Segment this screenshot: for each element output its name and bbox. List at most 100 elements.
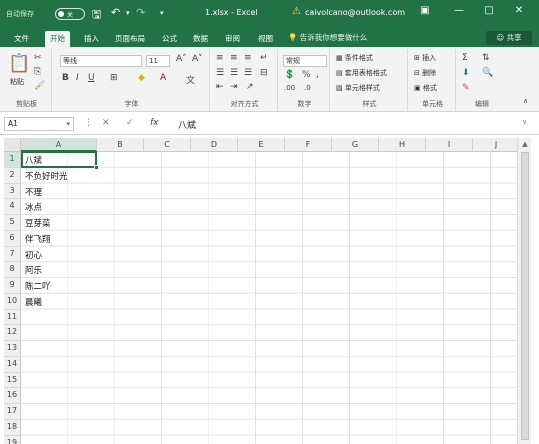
column-header-c[interactable]: C (144, 138, 191, 152)
wrap-text-icon[interactable]: ↵ (260, 53, 268, 63)
row-header-14[interactable]: 14 (4, 356, 21, 373)
cut-icon[interactable]: ✂ (34, 53, 42, 63)
merge-center-icon[interactable]: ⊟ (260, 68, 268, 78)
tab-page-layout[interactable]: 页面布局 (110, 31, 150, 47)
row-header-8[interactable]: 8 (4, 262, 21, 278)
format-as-table-button[interactable]: ▤ 套用表格格式 (336, 68, 387, 78)
cell-a3[interactable]: 不理 (25, 186, 42, 198)
tab-view[interactable]: 视图 (253, 31, 278, 47)
scrollbar-thumb[interactable] (521, 152, 529, 440)
increase-font-icon[interactable]: A˄ (176, 54, 187, 64)
row-header-4[interactable]: 4 (4, 199, 21, 215)
account-email[interactable]: caivolcano@outlook.com (305, 8, 405, 17)
formula-content[interactable]: 八斌 (178, 118, 196, 131)
sort-filter-icon[interactable]: ⇅ (482, 53, 490, 63)
bold-icon[interactable]: B (62, 73, 69, 83)
decrease-indent-icon[interactable]: ⇤ (216, 82, 224, 92)
currency-icon[interactable]: 💲 (284, 70, 295, 80)
cell-a2[interactable]: 不负好时光 (25, 170, 68, 182)
row-header-17[interactable]: 17 (4, 404, 21, 420)
row-header-6[interactable]: 6 (4, 230, 21, 247)
insert-function-icon[interactable]: fx (150, 118, 159, 128)
number-format-select[interactable]: 常规 (283, 55, 327, 67)
align-bottom-icon[interactable]: ≡ (244, 53, 252, 63)
column-header-h[interactable]: H (379, 138, 426, 152)
autosave-toggle[interactable]: 关 (55, 8, 85, 20)
cell-a9[interactable]: 陈二吖 (25, 280, 51, 292)
delete-cells-button[interactable]: ⊟ 删除 (414, 68, 436, 78)
insert-cells-button[interactable]: ⊞ 插入 (414, 53, 436, 63)
cell-a8[interactable]: 阿乐 (25, 264, 42, 276)
row-header-18[interactable]: 18 (4, 419, 21, 436)
tab-insert[interactable]: 插入 (79, 31, 104, 47)
font-name-select[interactable]: 等线 (60, 55, 142, 67)
row-header-19[interactable]: 19 (4, 435, 21, 444)
increase-decimal-icon[interactable]: .00 (284, 84, 295, 92)
enter-icon[interactable]: ✓ (126, 118, 134, 128)
fill-color-icon[interactable]: ◆ (138, 73, 145, 83)
row-header-11[interactable]: 11 (4, 309, 21, 326)
format-cells-button[interactable]: ▣ 格式 (414, 83, 437, 93)
column-header-f[interactable]: F (285, 138, 332, 152)
paste-icon[interactable]: 📋 (8, 53, 30, 74)
row-header-5[interactable]: 5 (4, 215, 21, 231)
tab-home[interactable]: 开始 (45, 31, 70, 47)
row-header-2[interactable]: 2 (4, 167, 21, 184)
maximize-icon[interactable]: □ (482, 5, 496, 16)
minimize-icon[interactable]: — (452, 5, 466, 16)
clear-icon[interactable]: ✎ (462, 83, 470, 93)
tab-file[interactable]: 文件 (9, 31, 34, 47)
customize-toolbar-icon[interactable]: ▾ (160, 9, 164, 17)
row-header-15[interactable]: 15 (4, 372, 21, 389)
scroll-up-icon[interactable]: ▲ (518, 140, 532, 148)
row-header-3[interactable]: 3 (4, 183, 21, 200)
selected-cell-a1[interactable] (21, 151, 99, 170)
fill-handle[interactable] (94, 165, 99, 170)
align-top-icon[interactable]: ≡ (216, 53, 224, 63)
column-header-j[interactable]: J (473, 138, 520, 152)
find-select-icon[interactable]: 🔍 (482, 68, 493, 78)
font-size-select[interactable]: 11 (146, 55, 170, 67)
phonetic-icon[interactable]: 文 (186, 73, 195, 86)
align-left-icon[interactable]: ☰ (216, 68, 224, 78)
autosum-icon[interactable]: Σ (462, 53, 468, 63)
cell-a6[interactable]: 伴飞翔 (25, 233, 51, 245)
row-header-10[interactable]: 10 (4, 293, 21, 310)
comma-icon[interactable]: , (316, 70, 319, 80)
align-center-icon[interactable]: ☰ (230, 68, 238, 78)
cell-a5[interactable]: 豆芽菜 (25, 217, 51, 229)
align-middle-icon[interactable]: ≡ (230, 53, 238, 63)
fill-icon[interactable]: ⬇ (462, 68, 470, 78)
save-icon[interactable]: 🖫 (92, 6, 101, 25)
tell-me-box[interactable]: 💡 告诉我你想要做什么 (288, 32, 367, 43)
vertical-scrollbar[interactable]: ▲ (517, 138, 531, 444)
ribbon-display-icon[interactable]: ▣ (418, 5, 432, 16)
redo-icon[interactable]: ↷ (136, 6, 145, 19)
conditional-formatting-button[interactable]: ▦ 条件格式 (336, 53, 373, 63)
decrease-decimal-icon[interactable]: .0 (304, 84, 311, 92)
row-header-7[interactable]: 7 (4, 246, 21, 263)
undo-icon[interactable]: ↶ (111, 6, 120, 19)
tab-data[interactable]: 数据 (188, 31, 213, 47)
row-header-12[interactable]: 12 (4, 325, 21, 341)
tab-review[interactable]: 审阅 (220, 31, 245, 47)
orientation-icon[interactable]: ↗ (246, 82, 254, 92)
cell-area[interactable] (21, 152, 517, 444)
tab-formulas[interactable]: 公式 (157, 31, 182, 47)
row-header-9[interactable]: 9 (4, 278, 21, 294)
italic-icon[interactable]: I (76, 73, 79, 83)
format-painter-icon[interactable]: 🖌 (34, 81, 45, 91)
expand-formula-bar-icon[interactable]: ∨ (522, 118, 527, 126)
cell-a4[interactable]: 冰点 (25, 201, 42, 213)
name-box[interactable]: A1 ▾ (4, 117, 74, 131)
column-header-i[interactable]: I (426, 138, 473, 152)
select-all-corner[interactable] (4, 138, 21, 152)
column-header-e[interactable]: E (238, 138, 285, 152)
column-header-a[interactable]: A (21, 138, 97, 152)
increase-indent-icon[interactable]: ⇥ (230, 82, 238, 92)
row-header-16[interactable]: 16 (4, 388, 21, 404)
cell-a10[interactable]: 晨曦 (25, 296, 42, 308)
font-color-icon[interactable]: A (160, 73, 166, 83)
paste-label[interactable]: 粘贴 (10, 77, 24, 87)
collapse-ribbon-icon[interactable]: ∧ (523, 97, 528, 105)
